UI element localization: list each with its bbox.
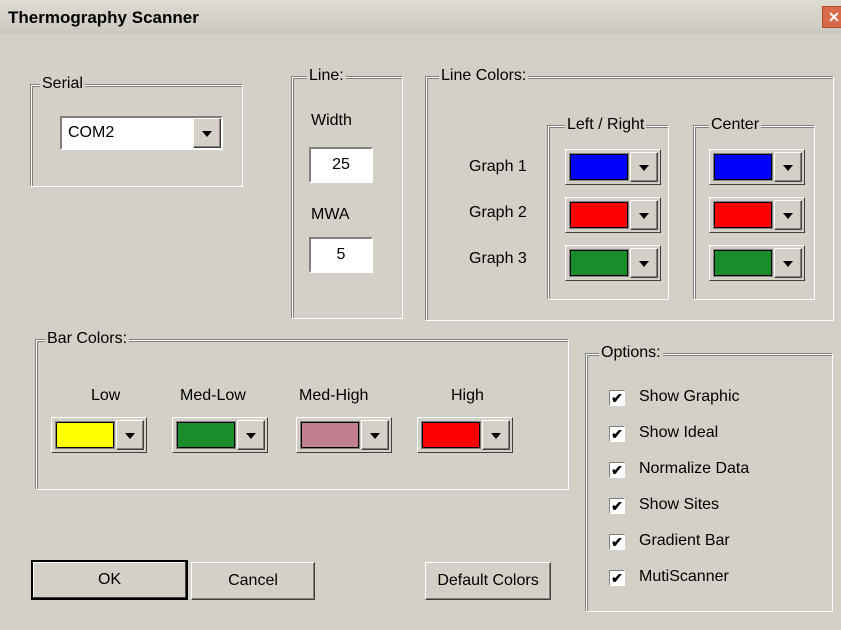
graph-1-center-dropdown-button[interactable] bbox=[774, 152, 802, 182]
med-low-color-picker[interactable] bbox=[172, 417, 268, 453]
center-legend: Center bbox=[709, 116, 762, 134]
normalize-data-checkbox[interactable]: ✔ bbox=[609, 462, 625, 478]
high-dropdown-button[interactable] bbox=[482, 420, 510, 450]
bar-colors-legend: Bar Colors: bbox=[45, 330, 130, 348]
mutiscanner-label: MutiScanner bbox=[639, 568, 729, 585]
med-high-color-picker[interactable] bbox=[296, 417, 392, 453]
graph-1-label: Graph 1 bbox=[469, 158, 527, 175]
show-ideal-label: Show Ideal bbox=[639, 424, 719, 441]
med-high-swatch bbox=[300, 421, 360, 449]
graph-3-center-swatch bbox=[713, 249, 773, 277]
graph-3-label: Graph 3 bbox=[469, 250, 527, 267]
show-graphic-checkbox[interactable]: ✔ bbox=[609, 390, 625, 406]
line-colors-legend: Line Colors: bbox=[439, 67, 529, 85]
low-label: Low bbox=[91, 387, 121, 404]
show-graphic-label: Show Graphic bbox=[639, 388, 740, 405]
width-input[interactable]: 25 bbox=[309, 147, 373, 183]
serial-port-value: COM2 bbox=[68, 124, 115, 141]
high-label: High bbox=[451, 387, 484, 404]
serial-legend: Serial bbox=[40, 75, 85, 93]
med-low-swatch bbox=[176, 421, 236, 449]
line-colors-group: Line Colors: Graph 1 Graph 2 Graph 3 Lef… bbox=[426, 67, 834, 321]
graph-3-left-right-color-picker[interactable] bbox=[565, 245, 661, 281]
serial-port-dropdown-button[interactable] bbox=[193, 118, 221, 148]
low-swatch bbox=[55, 421, 115, 449]
chevron-down-icon bbox=[639, 261, 649, 267]
graph-1-center-swatch bbox=[713, 153, 773, 181]
ok-button[interactable]: OK bbox=[31, 560, 188, 600]
graph-2-center-color-picker[interactable] bbox=[709, 197, 805, 233]
med-low-dropdown-button[interactable] bbox=[237, 420, 265, 450]
chevron-down-icon bbox=[639, 165, 649, 171]
line-legend: Line: bbox=[307, 67, 346, 85]
med-low-label: Med-Low bbox=[180, 387, 246, 404]
chevron-down-icon bbox=[202, 131, 212, 137]
gradient-bar-label: Gradient Bar bbox=[639, 532, 730, 549]
bar-colors-group: Bar Colors: Low Med-Low Med-High High bbox=[36, 330, 569, 490]
options-group: Options: ✔ Show Graphic ✔ Show Ideal ✔ N… bbox=[586, 344, 833, 612]
left-right-group: Left / Right bbox=[548, 116, 669, 300]
title-bar: Thermography Scanner ✕ bbox=[0, 0, 841, 34]
graph-1-center-color-picker[interactable] bbox=[709, 149, 805, 185]
graph-3-center-color-picker[interactable] bbox=[709, 245, 805, 281]
show-sites-label: Show Sites bbox=[639, 496, 720, 513]
graph-1-left-right-dropdown-button[interactable] bbox=[630, 152, 658, 182]
chevron-down-icon bbox=[491, 433, 501, 439]
low-dropdown-button[interactable] bbox=[116, 420, 144, 450]
line-group: Line: Width 25 MWA 5 bbox=[292, 67, 403, 319]
show-ideal-checkbox[interactable]: ✔ bbox=[609, 426, 625, 442]
serial-port-select[interactable]: COM2 bbox=[60, 116, 223, 150]
left-right-legend: Left / Right bbox=[565, 116, 647, 134]
graph-2-center-dropdown-button[interactable] bbox=[774, 200, 802, 230]
mwa-input[interactable]: 5 bbox=[309, 237, 373, 273]
chevron-down-icon bbox=[639, 213, 649, 219]
window-title: Thermography Scanner bbox=[8, 8, 199, 27]
graph-1-left-right-color-picker[interactable] bbox=[565, 149, 661, 185]
default-colors-button[interactable]: Default Colors bbox=[425, 562, 551, 600]
graph-2-center-swatch bbox=[713, 201, 773, 229]
graph-2-left-right-color-picker[interactable] bbox=[565, 197, 661, 233]
mutiscanner-checkbox[interactable]: ✔ bbox=[609, 570, 625, 586]
med-high-dropdown-button[interactable] bbox=[361, 420, 389, 450]
chevron-down-icon bbox=[783, 165, 793, 171]
chevron-down-icon bbox=[783, 261, 793, 267]
med-high-label: Med-High bbox=[299, 387, 369, 404]
graph-2-left-right-dropdown-button[interactable] bbox=[630, 200, 658, 230]
gradient-bar-checkbox[interactable]: ✔ bbox=[609, 534, 625, 550]
high-swatch bbox=[421, 421, 481, 449]
chevron-down-icon bbox=[783, 213, 793, 219]
graph-3-left-right-dropdown-button[interactable] bbox=[630, 248, 658, 278]
mwa-label: MWA bbox=[311, 206, 350, 223]
chevron-down-icon bbox=[125, 433, 135, 439]
show-sites-checkbox[interactable]: ✔ bbox=[609, 498, 625, 514]
graph-2-left-right-swatch bbox=[569, 201, 629, 229]
graph-3-center-dropdown-button[interactable] bbox=[774, 248, 802, 278]
close-icon[interactable]: ✕ bbox=[822, 6, 841, 28]
low-color-picker[interactable] bbox=[51, 417, 147, 453]
chevron-down-icon bbox=[370, 433, 380, 439]
serial-group: Serial COM2 bbox=[31, 75, 243, 187]
center-group: Center bbox=[694, 116, 815, 300]
graph-3-left-right-swatch bbox=[569, 249, 629, 277]
high-color-picker[interactable] bbox=[417, 417, 513, 453]
graph-2-label: Graph 2 bbox=[469, 204, 527, 221]
normalize-data-label: Normalize Data bbox=[639, 460, 750, 477]
width-label: Width bbox=[311, 112, 352, 129]
chevron-down-icon bbox=[246, 433, 256, 439]
cancel-button[interactable]: Cancel bbox=[191, 562, 315, 600]
graph-1-left-right-swatch bbox=[569, 153, 629, 181]
options-legend: Options: bbox=[599, 344, 663, 362]
